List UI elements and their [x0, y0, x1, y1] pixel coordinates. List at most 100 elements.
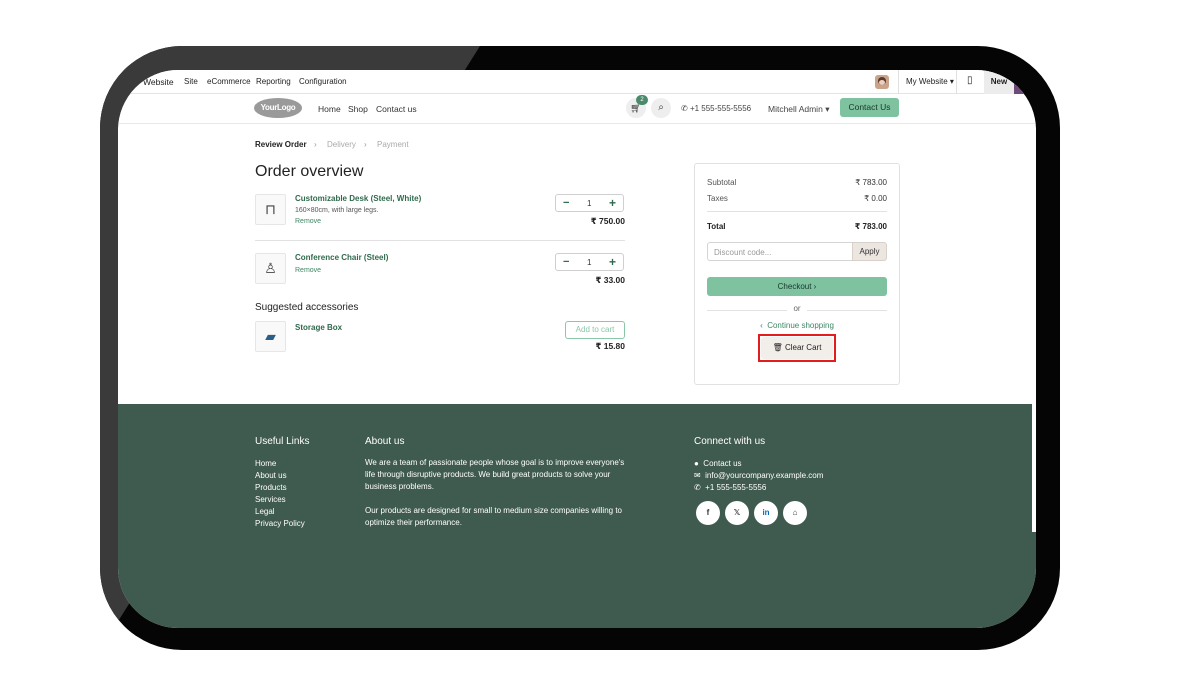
admin-menu-configuration[interactable]: Configuration [299, 77, 347, 86]
footer-link-about-us[interactable]: About us [255, 471, 287, 480]
quantity-stepper-chair: − 1 + [555, 253, 624, 271]
admin-accent-strip [1014, 70, 1036, 94]
line-price-desk: ₹ 750.00 [590, 216, 625, 226]
website-selector-label: My Website [906, 77, 948, 86]
increase-quantity-button[interactable]: + [609, 196, 616, 210]
phone-icon: ✆ [681, 104, 688, 113]
site-logo[interactable]: YourLogo [254, 98, 302, 118]
step-payment: Payment [377, 140, 409, 149]
admin-bar: Website Site eCommerce Reporting Configu… [118, 70, 1036, 94]
admin-divider [956, 70, 957, 94]
user-name: Mitchell Admin [768, 104, 823, 114]
new-button[interactable]: New [984, 70, 1014, 94]
cart-count-badge: 2 [636, 95, 648, 105]
total-value: ₹ 783.00 [854, 222, 887, 231]
footer-contact-label: Contact us [703, 459, 742, 468]
taxes-value: ₹ 0.00 [864, 194, 887, 203]
quantity-value[interactable]: 1 [587, 199, 591, 208]
mobile-preview-icon[interactable]: ▯ [967, 75, 973, 86]
footer-link-products[interactable]: Products [255, 483, 287, 492]
chevron-left-icon: ‹ [760, 321, 763, 330]
line-divider [255, 240, 625, 241]
product-name-storage-box[interactable]: Storage Box [295, 323, 342, 332]
header-phone[interactable]: ✆ +1 555-555-5556 [681, 104, 751, 113]
storage-box-icon[interactable]: ▰ [255, 321, 286, 352]
contact-us-button[interactable]: Contact Us [840, 98, 899, 117]
chevron-right-icon: › [813, 282, 817, 291]
x-icon[interactable]: 𝕏 [725, 501, 749, 525]
website-selector[interactable]: My Website ▾ [906, 77, 954, 86]
desk-icon[interactable]: ⊓ [255, 194, 286, 225]
admin-avatar[interactable] [875, 75, 889, 89]
footer-email-value: info@yourcompany.example.com [705, 471, 824, 480]
about-us-text-2: Our products are designed for small to m… [365, 506, 623, 527]
order-summary-panel: Subtotal ₹ 783.00 Taxes ₹ 0.00 Total ₹ 7… [694, 163, 900, 385]
useful-links-title: Useful Links [255, 436, 310, 447]
quantity-value[interactable]: 1 [587, 258, 591, 267]
increase-quantity-button[interactable]: + [609, 255, 616, 269]
remove-chair-link[interactable]: Remove [295, 267, 321, 274]
step-delivery: Delivery [327, 140, 356, 149]
trash-icon: 🗑︎ [772, 343, 783, 352]
chair-icon[interactable]: ♙ [255, 253, 286, 284]
taxes-label: Taxes [707, 194, 728, 203]
footer-link-services[interactable]: Services [255, 495, 286, 504]
browser-viewport: Website Site eCommerce Reporting Configu… [118, 70, 1036, 628]
nav-home[interactable]: Home [318, 104, 341, 114]
suggested-accessories-title: Suggested accessories [255, 302, 359, 313]
nav-contact-us[interactable]: Contact us [376, 104, 417, 114]
product-name-desk[interactable]: Customizable Desk (Steel, White) [295, 194, 421, 203]
about-us-title: About us [365, 436, 405, 447]
continue-shopping-link[interactable]: ‹ Continue shopping [695, 321, 899, 330]
footer-email[interactable]: ✉ info@yourcompany.example.com [694, 471, 823, 480]
facebook-icon[interactable]: f [696, 501, 720, 525]
chevron-down-icon: ▾ [825, 104, 830, 114]
admin-menu-site[interactable]: Site [184, 77, 198, 86]
admin-menu-website[interactable]: Website [143, 77, 174, 87]
add-to-cart-button[interactable]: Add to cart [565, 321, 625, 339]
phone-icon: ✆ [694, 483, 701, 492]
footer-link-legal[interactable]: Legal [255, 507, 275, 516]
home-icon[interactable]: ⌂ [783, 501, 807, 525]
or-separator: or [793, 304, 801, 313]
chevron-right-icon: › [314, 140, 317, 149]
user-menu[interactable]: Mitchell Admin ▾ [768, 104, 829, 115]
header-phone-number: +1 555-555-5556 [689, 104, 752, 113]
linkedin-icon[interactable]: in [754, 501, 778, 525]
discount-code-input[interactable]: Discount code... [707, 242, 853, 261]
search-icon: ⌕ [658, 102, 664, 113]
footer-link-privacy-policy[interactable]: Privacy Policy [255, 519, 305, 528]
clear-cart-label: Clear Cart [784, 343, 822, 352]
apply-discount-button[interactable]: Apply [852, 242, 887, 261]
footer-phone-value: +1 555-555-5556 [705, 483, 767, 492]
admin-menu-reporting[interactable]: Reporting [256, 77, 291, 86]
viewport-scrollbar[interactable] [1032, 404, 1036, 532]
admin-divider [898, 70, 899, 94]
page-title: Order overview [255, 163, 364, 180]
footer-link-home[interactable]: Home [255, 459, 276, 468]
suggested-price-storage-box: ₹ 15.80 [595, 341, 625, 351]
decrease-quantity-button[interactable]: − [563, 197, 569, 209]
line-price-chair: ₹ 33.00 [595, 275, 625, 285]
site-header: YourLogo Home Shop Contact us 🛒︎ 2 ⌕ ✆ +… [118, 94, 1036, 124]
comment-icon: ● [694, 459, 699, 468]
clear-cart-button[interactable]: 🗑︎ Clear Cart [761, 337, 833, 359]
nav-shop[interactable]: Shop [348, 104, 368, 114]
chevron-right-icon: › [364, 140, 367, 149]
connect-title: Connect with us [694, 436, 766, 447]
checkout-label: Checkout [777, 282, 812, 291]
footer-contact-link[interactable]: ● Contact us [694, 459, 742, 468]
checkout-button[interactable]: Checkout › [707, 277, 887, 296]
admin-menu-ecommerce[interactable]: eCommerce [207, 77, 251, 86]
quantity-stepper-desk: − 1 + [555, 194, 624, 212]
summary-divider [707, 211, 887, 212]
footer-phone[interactable]: ✆ +1 555-555-5556 [694, 483, 766, 492]
total-label: Total [707, 222, 726, 231]
continue-shopping-label: Continue shopping [767, 321, 834, 330]
envelope-icon: ✉ [694, 471, 701, 480]
remove-desk-link[interactable]: Remove [295, 218, 321, 225]
product-name-chair[interactable]: Conference Chair (Steel) [295, 253, 388, 262]
subtotal-value: ₹ 783.00 [855, 178, 887, 187]
decrease-quantity-button[interactable]: − [563, 256, 569, 268]
search-button[interactable]: ⌕ [651, 98, 671, 118]
